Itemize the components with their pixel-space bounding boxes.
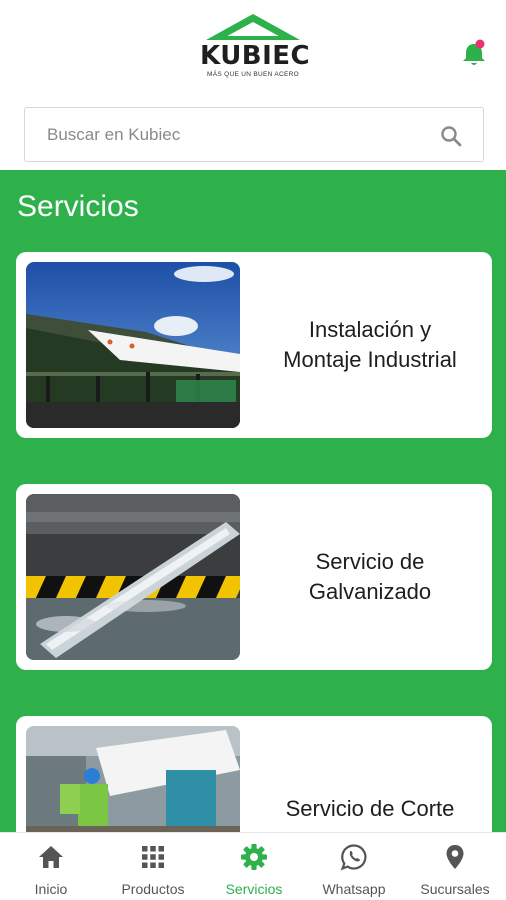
grid-icon (142, 846, 164, 868)
home-icon (39, 846, 63, 868)
nav-item-servicios[interactable]: Servicios (204, 833, 304, 900)
logo-wordmark: KUBIEC (200, 41, 311, 71)
notification-bell-icon[interactable] (460, 38, 488, 68)
search-input[interactable] (47, 108, 427, 161)
service-card-instalacion[interactable]: Instalación y Montaje Industrial (16, 252, 492, 438)
service-label: Servicio de Galvanizado (308, 549, 432, 604)
service-card-galvanizado[interactable]: Servicio de Galvanizado (16, 484, 492, 670)
notification-dot (475, 39, 485, 49)
kubiec-logo[interactable]: KUBIEC MÁS QUE UN BUEN ACERO (200, 14, 311, 80)
logo-tagline: MÁS QUE UN BUEN ACERO (207, 71, 299, 78)
nav-item-whatsapp[interactable]: Whatsapp (304, 833, 404, 900)
page-title: Servicios (17, 190, 139, 223)
nav-item-sucursales[interactable]: Sucursales (404, 833, 506, 900)
location-pin-icon (446, 845, 464, 869)
service-card-corte[interactable]: Servicio de Corte (16, 716, 492, 832)
service-image-instalacion (26, 262, 240, 428)
search-bar (24, 107, 484, 162)
whatsapp-icon (340, 844, 367, 871)
services-content: Servicios Instalación y Montaje Industri… (0, 170, 506, 832)
logo-roof-icon (206, 14, 300, 40)
gear-icon (241, 844, 267, 870)
service-image-galvanizado (26, 494, 240, 660)
bottom-navigation: Inicio Productos Servicios Whatsapp Sucu… (0, 832, 506, 900)
nav-item-productos[interactable]: Productos (102, 833, 204, 900)
nav-item-inicio[interactable]: Inicio (0, 833, 102, 900)
search-icon[interactable] (439, 124, 463, 148)
app-header: KUBIEC MÁS QUE UN BUEN ACERO (0, 0, 506, 170)
service-image-corte (26, 726, 240, 832)
service-label: Servicio de Corte (285, 796, 455, 821)
service-label: Instalación y Montaje Industrial (283, 317, 457, 372)
